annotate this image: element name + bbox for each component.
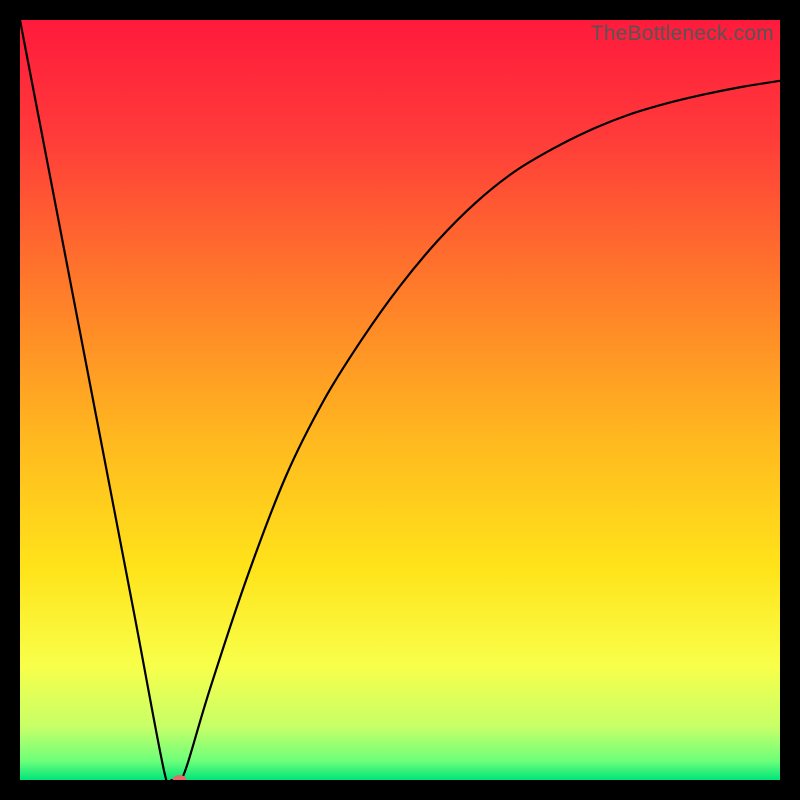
chart-frame: TheBottleneck.com <box>20 20 780 780</box>
gradient-background <box>20 20 780 780</box>
bottleneck-chart <box>20 20 780 780</box>
watermark-text: TheBottleneck.com <box>591 22 774 46</box>
